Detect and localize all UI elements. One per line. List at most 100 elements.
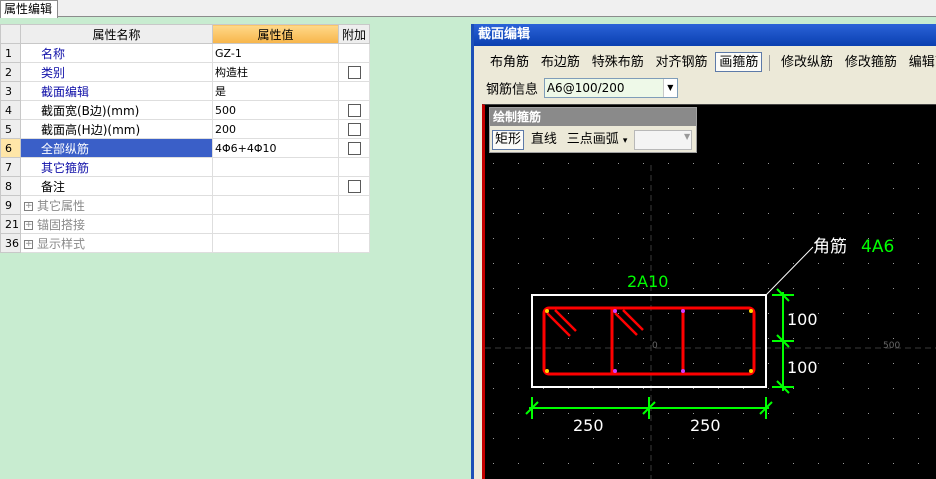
table-row[interactable]: 2 类别 构造柱 xyxy=(0,62,370,82)
row-index: 7 xyxy=(0,157,21,177)
toolbar-btn-draw-stirrup[interactable]: 画箍筋 xyxy=(715,52,763,72)
attach-cell[interactable] xyxy=(338,100,370,120)
corner-rebar-dot[interactable] xyxy=(545,369,549,373)
property-name[interactable]: + 锚固搭接 xyxy=(20,214,213,234)
property-name[interactable]: 截面宽(B边)(mm) xyxy=(20,100,213,120)
stirrup-hook-left-b xyxy=(554,309,577,332)
edge-rebar-dot[interactable] xyxy=(613,369,617,373)
toolbar-btn-edit-hook[interactable]: 编辑弯钩 xyxy=(905,52,936,72)
grid-dot xyxy=(668,263,669,264)
palette-btn-three-point-arc[interactable]: 三点画弧 ▾ xyxy=(564,130,631,150)
property-value[interactable]: 200 xyxy=(212,119,339,139)
grid-dot xyxy=(693,438,694,439)
table-row[interactable]: 5 截面高(H边)(mm) 200 xyxy=(0,119,370,139)
grid-dot xyxy=(693,213,694,214)
toolbar-btn-modify-stirrup[interactable]: 修改箍筋 xyxy=(841,52,901,72)
property-name[interactable]: 名称 xyxy=(20,43,213,63)
grid-dot xyxy=(493,338,494,339)
grid-dot xyxy=(743,388,744,389)
attach-checkbox[interactable] xyxy=(347,66,361,79)
table-row[interactable]: 4 截面宽(B边)(mm) 500 xyxy=(0,100,370,120)
property-value[interactable] xyxy=(212,195,339,215)
edge-rebar-dot[interactable] xyxy=(613,309,617,313)
dropdown-arrow-icon[interactable]: ▼ xyxy=(662,79,677,97)
property-value[interactable] xyxy=(212,233,339,253)
property-value[interactable]: 是 xyxy=(212,81,339,101)
table-row[interactable]: 36 + 显示样式 xyxy=(0,233,370,253)
grid-dot xyxy=(868,213,869,214)
row-index: 21 xyxy=(0,214,21,234)
property-value[interactable]: 4Φ6+4Φ10 xyxy=(212,138,339,158)
property-value[interactable] xyxy=(212,214,339,234)
grid-dot xyxy=(543,213,544,214)
corner-rebar-dot[interactable] xyxy=(749,309,753,313)
property-value[interactable]: 构造柱 xyxy=(212,62,339,82)
header-value[interactable]: 属性值 xyxy=(212,24,339,44)
grid-dot xyxy=(668,163,669,164)
expand-plus-icon[interactable]: + xyxy=(24,220,33,230)
grid-dot xyxy=(718,438,719,439)
rebar-info-select[interactable]: A6@100/200 ▼ xyxy=(543,78,678,98)
edge-rebar-dot[interactable] xyxy=(681,369,685,373)
table-row[interactable]: 1 名称 GZ-1 xyxy=(0,43,370,63)
expand-plus-icon[interactable]: + xyxy=(24,201,33,211)
grid-dot xyxy=(768,313,769,314)
expand-plus-icon[interactable]: + xyxy=(24,239,33,249)
table-row[interactable]: 8 备注 xyxy=(0,176,370,196)
corner-rebar-dot[interactable] xyxy=(749,369,753,373)
tab-property-edit[interactable]: 属性编辑 xyxy=(0,0,59,18)
attach-checkbox[interactable] xyxy=(347,104,361,117)
grid-dot xyxy=(693,388,694,389)
toolbar-btn-align-rebar[interactable]: 对齐钢筋 xyxy=(652,52,712,72)
property-name[interactable]: 备注 xyxy=(20,176,213,196)
table-row[interactable]: 6 全部纵筋 4Φ6+4Φ10 xyxy=(0,138,370,158)
property-name[interactable]: 截面高(H边)(mm) xyxy=(20,119,213,139)
corner-rebar-dot[interactable] xyxy=(545,309,549,313)
palette-arc-select[interactable]: ▼ xyxy=(634,130,693,150)
toolbar-btn-special-rebar[interactable]: 特殊布筋 xyxy=(588,52,648,72)
palette-dropdown-arrow-icon[interactable]: ▾ xyxy=(623,136,628,146)
outer-stirrup[interactable] xyxy=(542,306,756,376)
chevron-down-icon[interactable]: ▼ xyxy=(684,132,690,141)
attach-checkbox[interactable] xyxy=(347,180,361,193)
property-name[interactable]: 全部纵筋 xyxy=(20,138,213,158)
drawing-canvas[interactable]: 0 500 角筋 4A6 2A10 100 100 250 250 绘制箍筋 矩… xyxy=(482,104,936,479)
table-row[interactable]: 3 截面编辑 是 xyxy=(0,81,370,101)
toolbar-btn-edge-rebar[interactable]: 布边筋 xyxy=(537,52,584,72)
header-attach[interactable]: 附加 xyxy=(338,24,370,44)
table-row[interactable]: 21 + 锚固搭接 xyxy=(0,214,370,234)
edge-rebar-dot[interactable] xyxy=(681,309,685,313)
property-name[interactable]: 类别 xyxy=(20,62,213,82)
property-value[interactable]: GZ-1 xyxy=(212,43,339,63)
palette-btn-line[interactable]: 直线 xyxy=(528,130,560,150)
attach-checkbox[interactable] xyxy=(347,142,361,155)
grid-dot xyxy=(743,413,744,414)
attach-cell[interactable] xyxy=(338,138,370,158)
property-value[interactable] xyxy=(212,157,339,177)
palette-btn-rectangle[interactable]: 矩形 xyxy=(492,130,525,150)
palette-buttons: 矩形 直线 三点画弧 ▾ ▼ xyxy=(492,130,693,150)
grid-dot xyxy=(818,363,819,364)
attach-cell[interactable] xyxy=(338,176,370,196)
header-name[interactable]: 属性名称 xyxy=(20,24,213,44)
toolbar-btn-corner-rebar[interactable]: 布角筋 xyxy=(486,52,533,72)
attach-cell[interactable] xyxy=(338,62,370,82)
attach-cell xyxy=(338,214,370,234)
grid-dot xyxy=(768,463,769,464)
property-name[interactable]: 其它箍筋 xyxy=(20,157,213,177)
property-name[interactable]: + 显示样式 xyxy=(20,233,213,253)
tab-strip: 属性编辑 xyxy=(0,0,936,18)
grid-dot xyxy=(868,363,869,364)
property-name[interactable]: 截面编辑 xyxy=(20,81,213,101)
property-value[interactable]: 500 xyxy=(212,100,339,120)
toolbar-btn-modify-longitudinal[interactable]: 修改纵筋 xyxy=(777,52,837,72)
table-row[interactable]: 9 + 其它属性 xyxy=(0,195,370,215)
table-row[interactable]: 7 其它箍筋 xyxy=(0,157,370,177)
top-rebar-label: 2A10 xyxy=(627,272,668,291)
attach-checkbox[interactable] xyxy=(347,123,361,136)
attach-cell[interactable] xyxy=(338,119,370,139)
grid-dot xyxy=(818,163,819,164)
grid-dot xyxy=(668,463,669,464)
property-value[interactable] xyxy=(212,176,339,196)
property-name[interactable]: + 其它属性 xyxy=(20,195,213,215)
